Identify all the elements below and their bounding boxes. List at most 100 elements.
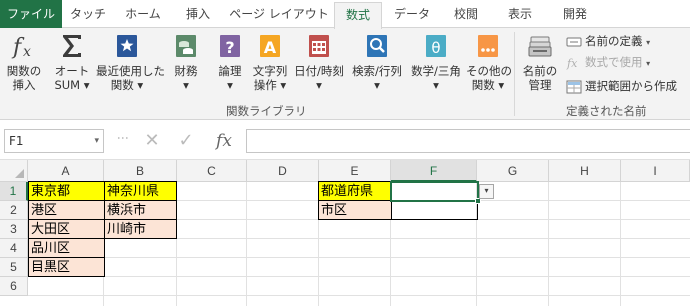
define-name-icon xyxy=(566,37,582,47)
more-functions-icon xyxy=(478,35,498,57)
cell-b2[interactable]: 横浜市 xyxy=(104,200,177,220)
text-functions-button[interactable]: A 文字列 操作 ▾ xyxy=(248,30,292,102)
name-manager-label: 名前の 管理 xyxy=(522,64,558,92)
create-from-selection-button[interactable]: 選択範囲から作成 xyxy=(566,76,677,96)
column-header-e[interactable]: E xyxy=(319,160,391,182)
row-header-6[interactable]: 6 xyxy=(0,277,28,296)
name-box-value: F1 xyxy=(9,134,24,148)
tab-view[interactable]: 表示 xyxy=(492,0,548,28)
tab-file[interactable]: ファイル xyxy=(0,0,62,28)
group-label-defined-names: 定義された名前 xyxy=(566,104,647,118)
define-name-label: 名前の定義 xyxy=(585,34,643,48)
tab-review[interactable]: 校閲 xyxy=(440,0,492,28)
tab-touch[interactable]: タッチ xyxy=(62,0,114,28)
cell-a5[interactable]: 目黒区 xyxy=(28,257,105,277)
name-box[interactable]: F1 ▾ xyxy=(4,129,104,153)
cell-f2[interactable] xyxy=(391,200,478,220)
formula-bar-splitter[interactable]: ⋮ xyxy=(116,132,130,143)
recently-used-button[interactable]: 最近使用した 関数 ▾ xyxy=(96,30,165,102)
logical-icon: ? xyxy=(220,35,240,57)
cancel-entry-button[interactable]: ✕ xyxy=(140,129,164,153)
logical-button[interactable]: ? 論理 ▾ xyxy=(208,30,252,102)
more-functions-button[interactable]: その他の 関数 ▾ xyxy=(466,30,512,102)
active-cell-selection xyxy=(390,181,479,202)
date-time-label: 日付/時刻 ▾ xyxy=(294,64,344,92)
gridline xyxy=(28,295,690,296)
create-from-selection-label: 選択範囲から作成 xyxy=(585,79,677,93)
autosum-icon xyxy=(63,35,81,57)
math-trig-button[interactable]: θ 数学/三角 ▾ xyxy=(410,30,462,102)
insert-function-label: 関数の 挿入 xyxy=(6,64,42,92)
financial-button[interactable]: 財務 ▾ xyxy=(164,30,208,102)
tab-page-layout[interactable]: ページ レイアウト xyxy=(224,0,334,28)
name-box-dropdown-icon[interactable]: ▾ xyxy=(94,130,99,152)
use-in-formula-icon: fx xyxy=(566,57,578,70)
tab-developer[interactable]: 開発 xyxy=(548,0,602,28)
cell-a2[interactable]: 港区 xyxy=(28,200,105,220)
svg-text:?: ? xyxy=(225,38,234,57)
svg-text:fx: fx xyxy=(566,57,578,70)
lookup-button[interactable]: 検索/行列 ▾ xyxy=(350,30,404,102)
group-separator xyxy=(514,32,515,116)
autosum-button[interactable]: オート SUM ▾ xyxy=(50,30,94,102)
column-header-b[interactable]: B xyxy=(104,160,177,182)
insert-function-fx-button[interactable]: fx xyxy=(212,129,236,153)
row-header-5[interactable]: 5 xyxy=(0,258,28,277)
formula-bar: F1 ▾ ⋮ ✕ ✓ fx xyxy=(0,120,690,160)
row-header-1[interactable]: 1 xyxy=(0,182,28,201)
insert-function-button[interactable]: f x 関数の 挿入 xyxy=(2,30,46,102)
row-header-4[interactable]: 4 xyxy=(0,239,28,258)
financial-label: 財務 ▾ xyxy=(174,64,198,92)
svg-text:θ: θ xyxy=(431,39,440,57)
gridline xyxy=(28,276,690,277)
column-header-a[interactable]: A xyxy=(28,160,104,182)
cell-b1[interactable]: 神奈川県 xyxy=(104,181,177,201)
cell-a3[interactable]: 大田区 xyxy=(28,219,105,239)
column-header-f[interactable]: F xyxy=(391,160,477,182)
column-header-d[interactable]: D xyxy=(247,160,319,182)
confirm-entry-button[interactable]: ✓ xyxy=(174,129,198,153)
validation-dropdown-button[interactable]: ▾ xyxy=(479,184,494,199)
recently-used-label: 最近使用した 関数 ▾ xyxy=(96,64,165,92)
lookup-icon xyxy=(367,35,387,57)
column-header-g[interactable]: G xyxy=(477,160,549,182)
math-trig-label: 数学/三角 ▾ xyxy=(411,64,461,92)
lookup-label: 検索/行列 ▾ xyxy=(352,64,402,92)
create-from-selection-icon xyxy=(566,80,582,94)
tab-formulas[interactable]: 数式 xyxy=(334,2,382,29)
column-header-i[interactable]: I xyxy=(621,160,690,182)
select-all-corner[interactable] xyxy=(0,160,28,182)
define-name-caret: ▾ xyxy=(646,38,651,47)
row-header-3[interactable]: 3 xyxy=(0,220,28,239)
more-functions-label: その他の 関数 ▾ xyxy=(466,64,512,92)
define-name-button[interactable]: 名前の定義 ▾ xyxy=(566,31,650,51)
financial-icon xyxy=(176,35,196,57)
column-header-c[interactable]: C xyxy=(177,160,247,182)
ribbon-formulas: f x 関数の 挿入 オート SUM ▾ 最近使用した 関数 ▾ 財務 ▾ ? … xyxy=(0,28,690,120)
svg-text:x: x xyxy=(23,44,31,60)
tab-insert[interactable]: 挿入 xyxy=(172,0,224,28)
cell-e2[interactable]: 市区 xyxy=(318,200,392,220)
worksheet-grid[interactable]: A B C D E F G H I 1 2 3 4 5 6 東京都 港区 大田区… xyxy=(0,160,690,306)
row-header-2[interactable]: 2 xyxy=(0,201,28,220)
ribbon-tab-bar: ファイル タッチ ホーム 挿入 ページ レイアウト 数式 データ 校閲 表示 開… xyxy=(0,0,690,29)
column-header-h[interactable]: H xyxy=(549,160,621,182)
tab-home[interactable]: ホーム xyxy=(114,0,172,28)
group-label-function-library: 関数ライブラリ xyxy=(226,104,307,118)
cell-b3[interactable]: 川崎市 xyxy=(104,219,177,239)
formula-input[interactable] xyxy=(246,129,690,153)
cell-a1[interactable]: 東京都 xyxy=(28,181,105,201)
gridline xyxy=(28,257,690,258)
logical-label: 論理 ▾ xyxy=(218,64,242,92)
text-icon: A xyxy=(260,35,280,57)
name-manager-button[interactable]: 名前の 管理 xyxy=(518,30,562,102)
name-manager-icon xyxy=(528,36,552,57)
cell-e1[interactable]: 都道府県 xyxy=(318,181,392,201)
use-in-formula-button[interactable]: fx 数式で使用 ▾ xyxy=(566,52,650,72)
recently-used-icon xyxy=(117,35,137,57)
date-time-button[interactable]: 日付/時刻 ▾ xyxy=(294,30,344,102)
insert-function-icon: f x xyxy=(11,35,31,60)
use-in-formula-label: 数式で使用 xyxy=(585,55,643,69)
tab-data[interactable]: データ xyxy=(384,0,440,28)
cell-a4[interactable]: 品川区 xyxy=(28,238,105,258)
